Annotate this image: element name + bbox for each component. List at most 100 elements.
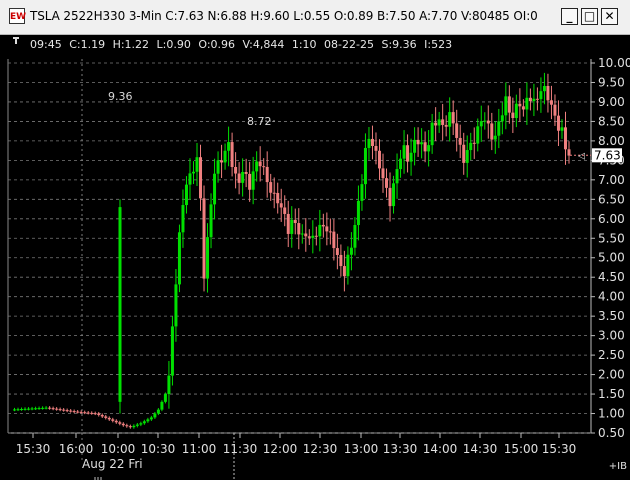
maximize-button[interactable]: □ <box>581 8 598 25</box>
candle-body <box>423 142 427 152</box>
candle-body <box>153 413 157 418</box>
candle-body <box>156 409 160 414</box>
candle-body <box>406 145 410 162</box>
x-tick-label: 12:00 <box>263 442 298 456</box>
candle-body <box>149 417 153 420</box>
candle-body <box>563 127 567 150</box>
candle-body <box>16 409 20 411</box>
candle-body <box>174 284 178 327</box>
candle-body <box>216 160 220 174</box>
candle-body <box>342 266 346 277</box>
candle-body <box>437 119 441 126</box>
candle-body <box>100 414 104 417</box>
x-tick-label: 13:00 <box>344 442 379 456</box>
candle-body <box>374 146 378 151</box>
candle-body <box>377 150 381 169</box>
candle-body <box>104 416 108 418</box>
candle-body <box>335 248 339 255</box>
annotation-high-label: 9.36 <box>108 90 133 103</box>
candle-body <box>490 123 494 140</box>
candle-body <box>346 254 350 277</box>
candle-body <box>118 422 122 424</box>
candle-body <box>72 411 76 413</box>
close-button[interactable]: ✕ <box>601 8 618 25</box>
candle-body <box>90 412 94 414</box>
candle-body <box>528 97 532 102</box>
candle-body <box>170 326 174 376</box>
candle-body <box>332 231 336 249</box>
candle-body <box>114 420 118 423</box>
candle-body <box>41 407 45 409</box>
candle-body <box>195 157 199 172</box>
candle-body <box>177 232 181 285</box>
candle-body <box>483 120 487 122</box>
minimize-button[interactable]: _ <box>561 8 578 25</box>
candle-body <box>311 235 315 238</box>
candle-body <box>356 200 360 226</box>
title-bar: EW TSLA 2522H330 3-Min C:7.63 N:6.88 H:9… <box>0 0 630 35</box>
candle-body <box>385 178 389 188</box>
candle-body <box>413 139 417 153</box>
candle-body <box>434 122 438 126</box>
candle-body <box>486 120 490 124</box>
candle-body <box>455 123 459 138</box>
chart-area[interactable]: 09:45 C:1.19 H:1.22 L:0.90 O:0.96 V:4,84… <box>0 35 630 480</box>
candle-body <box>318 224 322 237</box>
candle-body <box>86 412 90 414</box>
candle-body <box>51 408 55 410</box>
candle-body <box>370 138 374 147</box>
candle-body <box>321 224 325 227</box>
y-tick-label: 0.50 <box>598 426 625 440</box>
candle-body <box>220 160 224 163</box>
candle-body <box>300 233 304 235</box>
candle-body <box>241 172 245 183</box>
x-tick-label: 15:30 <box>16 442 51 456</box>
candle-body <box>507 96 511 113</box>
y-tick-label: 7.00 <box>598 173 625 187</box>
y-tick-label: 1.00 <box>598 407 625 421</box>
candle-body <box>392 183 396 207</box>
candle-body <box>125 425 129 427</box>
last-price-arrow-icon: ◁ <box>578 151 585 161</box>
candle-body <box>279 203 283 208</box>
candle-body <box>206 237 210 279</box>
y-tick-label: 6.00 <box>598 212 625 226</box>
y-tick-label: 4.00 <box>598 290 625 304</box>
candle-body <box>234 167 238 174</box>
candle-body <box>191 171 195 174</box>
candle-body <box>135 424 139 426</box>
candle-body <box>479 121 483 127</box>
candle-body <box>283 207 287 214</box>
candle-body <box>262 166 266 168</box>
candle-body <box>107 417 111 420</box>
candle-body <box>286 213 290 234</box>
candle-body <box>37 408 41 410</box>
candle-body <box>248 173 252 190</box>
candle-body <box>121 423 125 426</box>
x-tick-label: 13:30 <box>383 442 418 456</box>
candle-body <box>230 142 234 168</box>
candle-body <box>441 119 445 125</box>
candle-body <box>146 419 150 422</box>
candle-body <box>535 98 539 100</box>
candle-body <box>469 142 473 151</box>
candle-body <box>167 375 171 395</box>
candle-body <box>465 150 469 163</box>
candle-body <box>353 225 357 248</box>
candle-body <box>58 409 62 411</box>
candle-body <box>546 85 550 101</box>
candle-body <box>458 137 462 145</box>
candle-body <box>542 85 546 92</box>
corner-label: +IB <box>609 461 627 472</box>
candle-body <box>265 166 269 183</box>
candle-body <box>518 103 522 107</box>
candle-body <box>269 182 273 193</box>
candle-body <box>132 425 136 428</box>
candle-body <box>367 138 371 148</box>
candle-body <box>307 236 311 238</box>
candle-body <box>34 408 38 410</box>
y-tick-label: 4.50 <box>598 270 625 284</box>
candle-body <box>118 207 122 402</box>
candle-body <box>79 411 83 413</box>
y-tick-label: 6.50 <box>598 192 625 206</box>
